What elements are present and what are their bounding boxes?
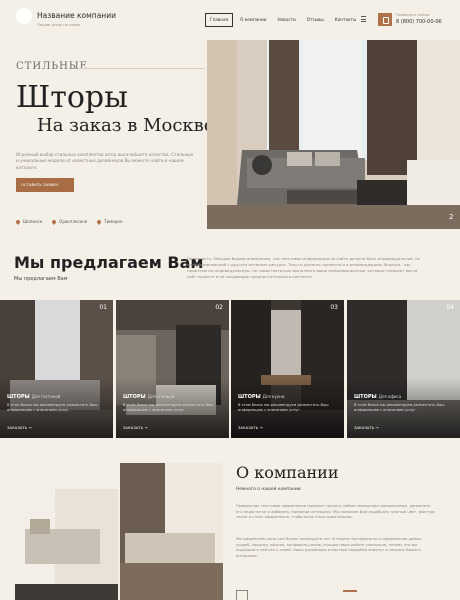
city-item[interactable]: Тимерин [96,218,123,225]
card-order-link[interactable]: ЗАКАЗАТЬ → [238,425,263,430]
company-logo[interactable] [16,8,32,24]
city-label: Шопинск [23,219,43,224]
main-nav: Главная О компании Новости Отзывы Контак… [205,13,363,27]
nav-item-news[interactable]: Новости [273,13,299,27]
slider-counter[interactable]: 2 [449,213,453,221]
card-title: ШТОРЫ Для офиса [354,394,402,400]
location-pin-icon [15,218,21,225]
menu-icon[interactable] [361,16,366,22]
about-image-bedroom [120,463,223,600]
card-text: В этом блоке мы рекомендуем разместить В… [238,403,329,412]
company-name[interactable]: Название компании [37,11,116,20]
site-header: Название компании Пошив штор на заказ Гл… [0,0,460,40]
nav-item-about[interactable]: О компании [236,13,270,27]
card-title: ШТОРЫ Для кухни [238,394,285,400]
phone-icon[interactable] [378,13,392,26]
about-paragraph: Мы оформляем окна уже более тринадцати л… [236,537,422,558]
nav-item-reviews[interactable]: Отзывы [303,13,328,27]
hero-description: Огромный выбор стильных комплектов штор … [16,152,194,170]
card-number: 01 [99,304,107,311]
curtain-rod-icon [343,590,357,600]
city-list: Шопинск Оракплесино Тимерин [15,218,133,225]
hero-interior-image [207,40,460,229]
offer-card[interactable]: 04 ШТОРЫ Для офиса В этом блоке мы рекоме… [347,300,460,438]
about-title: О компании [236,463,339,482]
location-pin-icon [51,218,58,225]
offers-cards: 01 ШТОРЫ Для гостиной В этом блоке мы рек… [0,300,460,438]
card-number: 03 [330,304,338,311]
offer-card[interactable]: 01 ШТОРЫ Для гостиной В этом блоке мы рек… [0,300,113,438]
about-subtitle: Немного о нашей компании [236,487,301,492]
location-pin-icon [96,218,103,225]
hero-eyebrow: СТИЛЬНЫЕ [16,61,88,72]
city-label: Оракплесино [59,219,88,224]
card-number: 02 [215,304,223,311]
card-text: В этом блоке мы рекомендуем разместить В… [354,403,445,412]
offer-card[interactable]: 03 ШТОРЫ Для кухни В этом блоке мы рекоме… [231,300,344,438]
hero-title: Шторы [16,80,128,115]
card-text: В этом блоке мы рекомендуем разместить В… [123,403,214,412]
hero-divider [79,68,205,69]
offers-subtitle: Мы предлагаем Вам [14,276,68,282]
card-title: ШТОРЫ Для гостиной [7,394,61,400]
order-request-button[interactable]: ОСТАВИТЬ ЗАЯВКУ [16,178,74,192]
card-order-link[interactable]: ЗАКАЗАТЬ → [123,425,148,430]
card-number: 04 [446,304,454,311]
city-label: Тимерин [104,219,123,224]
phone-label: Позвоните сейчас [396,13,431,17]
offer-card[interactable]: 02 ШТОРЫ Для спальни В этом блоке мы реко… [116,300,229,438]
chevron-down-icon[interactable]: ⌄ [437,18,441,24]
nav-item-home[interactable]: Главная [205,13,234,27]
ruler-icon [236,590,248,600]
offers-title: Мы предлагаем Вам [14,253,204,272]
hero-subtitle: На заказ в Москве [37,115,215,136]
card-text: В этом блоке мы рекомендуем разместить В… [7,403,98,412]
card-title: ШТОРЫ Для спальни [123,394,175,400]
card-order-link[interactable]: ЗАКАЗАТЬ → [7,425,32,430]
about-image-living-room [15,489,118,600]
city-item[interactable]: Шопинск [15,218,43,225]
offers-description: Полезность. Обещаю Вашим вниманием, что … [187,256,420,279]
city-item[interactable]: Оракплесино [51,218,88,225]
about-paragraph: Правильное текстовое оформление поможет … [236,504,436,520]
company-tagline: Пошив штор на заказ [37,22,81,27]
nav-item-contacts[interactable]: Контакты [331,13,361,27]
card-order-link[interactable]: ЗАКАЗАТЬ → [354,425,379,430]
phone-number[interactable]: 8 (800) 700-00-00 [396,19,442,25]
